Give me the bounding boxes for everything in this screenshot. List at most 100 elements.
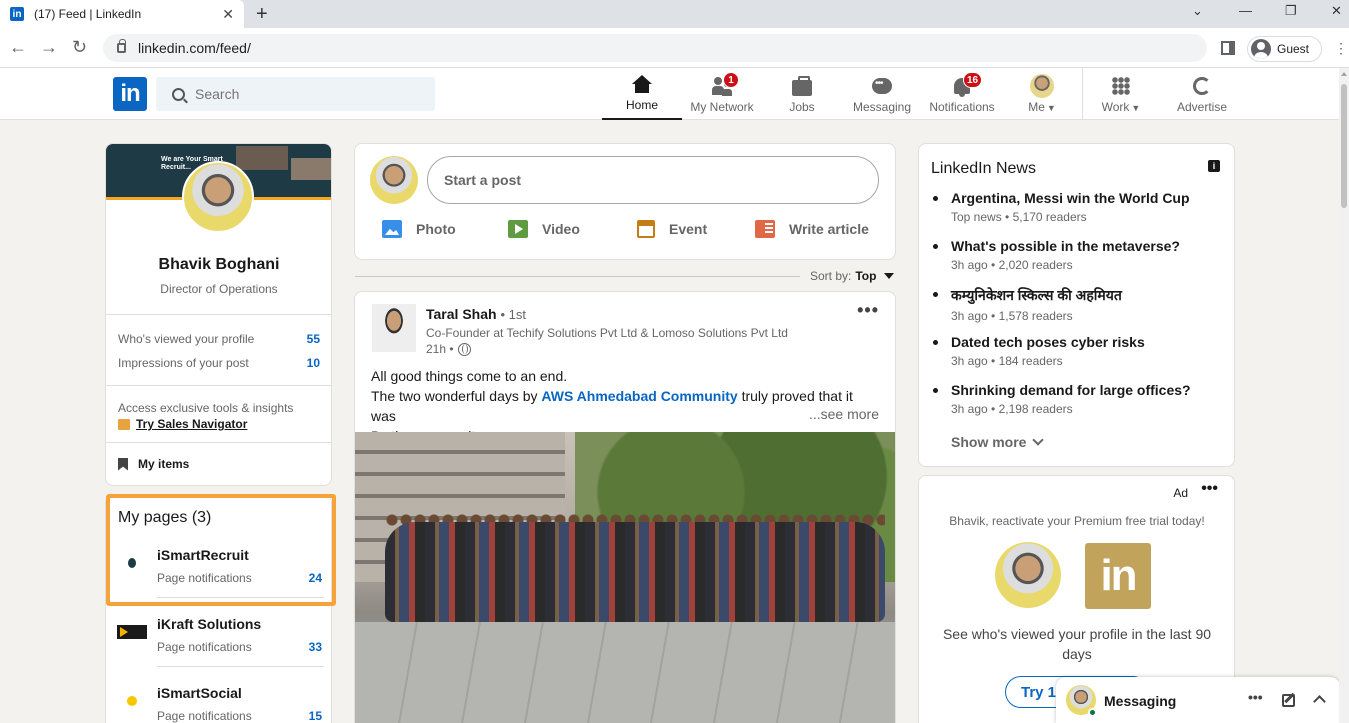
ismartrecruit-logo	[116, 553, 148, 573]
author-avatar[interactable]	[372, 304, 416, 352]
messaging-widget[interactable]: Messaging •••	[1056, 677, 1340, 723]
scroll-up-icon[interactable]	[1341, 72, 1347, 76]
news-headline: Shrinking demand for large offices?	[933, 382, 1223, 398]
divider	[157, 597, 324, 598]
profile-button[interactable]: Guest	[1247, 36, 1323, 62]
show-more-button[interactable]: Show more	[951, 434, 1045, 450]
news-item[interactable]: Argentina, Messi win the World Cup Top n…	[933, 190, 1223, 224]
nav-advertise[interactable]: Advertise	[1162, 68, 1242, 120]
nav-advertise-label: Advertise	[1176, 100, 1228, 114]
post-line: All good things come to an end.	[371, 368, 568, 384]
grid-icon	[1112, 77, 1130, 95]
start-post-button[interactable]: Start a post	[427, 156, 879, 204]
ad-avatar	[995, 542, 1061, 608]
nav-home[interactable]: Home	[602, 68, 682, 120]
profile-name[interactable]: Bhavik Boghani	[106, 256, 331, 274]
post-image[interactable]	[355, 432, 895, 723]
scroll-thumb[interactable]	[1341, 84, 1347, 208]
page-sub: Page notifications	[157, 709, 252, 723]
post-text-span: The two wonderful days by	[371, 388, 542, 404]
page-item-ismartrecruit[interactable]: iSmartRecruit Page notifications 24	[116, 547, 324, 601]
profile-label: Guest	[1277, 42, 1310, 56]
address-bar[interactable]: linkedin.com/feed/	[103, 34, 1207, 62]
news-item[interactable]: Dated tech poses cyber risks 3h ago • 18…	[933, 334, 1223, 368]
ad-tagline: Bhavik, reactivate your Premium free tri…	[949, 514, 1205, 528]
post-impressions-row[interactable]: Impressions of your post 10	[118, 356, 320, 370]
browser-toolbar: ← → ↻ linkedin.com/feed/ Guest ⋮	[0, 28, 1349, 68]
event-icon	[637, 220, 655, 238]
see-more-button[interactable]: ...see more	[804, 406, 879, 422]
feed-post: Taral Shah • 1st Co-Founder at Techify S…	[354, 291, 896, 723]
nav-my-network[interactable]: 1 My Network	[682, 68, 762, 120]
event-button[interactable]: Event	[637, 220, 707, 238]
search-box[interactable]	[156, 77, 435, 111]
browser-menu-icon[interactable]: ⋮	[1334, 40, 1348, 57]
video-icon	[508, 220, 528, 238]
news-item[interactable]: Shrinking demand for large offices? 3h a…	[933, 382, 1223, 416]
messaging-label: Messaging	[1104, 693, 1177, 709]
sort-divider	[355, 276, 800, 277]
reload-button[interactable]: ↻	[72, 37, 87, 58]
browser-tab[interactable]: in (17) Feed | LinkedIn ✕	[0, 0, 244, 28]
info-icon[interactable]: i	[1208, 160, 1220, 172]
notifications-badge: 16	[963, 72, 983, 88]
nav-work[interactable]: Work ▼	[1081, 68, 1161, 120]
nav-notifications[interactable]: 16 Notifications	[922, 68, 1002, 120]
nav-jobs[interactable]: Jobs	[762, 68, 842, 120]
network-badge: 1	[723, 72, 739, 88]
forward-button[interactable]: →	[40, 37, 58, 58]
tab-search-icon[interactable]: ⌄	[1192, 3, 1203, 19]
chevron-up-icon[interactable]	[1313, 695, 1326, 708]
page-name: iKraft Solutions	[157, 616, 262, 632]
my-items-link[interactable]: My items	[118, 457, 189, 471]
tab-title: (17) Feed | LinkedIn	[34, 7, 142, 21]
search-input[interactable]	[195, 86, 415, 102]
video-button[interactable]: Video	[508, 220, 580, 238]
photo-button[interactable]: Photo	[382, 220, 456, 238]
restore-button[interactable]: ❐	[1285, 3, 1297, 19]
news-headline: Dated tech poses cyber risks	[933, 334, 1223, 350]
post-composer: Start a post Photo Video Event Write art…	[354, 143, 896, 260]
linkedin-news-card: LinkedIn News i Argentina, Messi win the…	[918, 143, 1235, 467]
news-title: LinkedIn News	[931, 160, 1036, 177]
news-item[interactable]: What's possible in the metaverse? 3h ago…	[933, 238, 1223, 272]
sort-caret-icon	[884, 273, 895, 279]
new-tab-button[interactable]: +	[256, 3, 268, 26]
photo-icon	[382, 220, 402, 238]
guest-avatar-icon	[1251, 39, 1271, 59]
nav-me-label: Me	[1028, 100, 1045, 114]
profile-card: We are Your Smart Recruit... Bhavik Bogh…	[105, 143, 332, 486]
news-headline: कम्युनिकेशन स्किल्स की अहमियत	[933, 286, 1223, 305]
tab-close-icon[interactable]: ✕	[222, 6, 234, 23]
back-button[interactable]: ←	[9, 37, 27, 58]
online-status-icon	[1088, 708, 1097, 717]
page-sub: Page notifications	[157, 640, 252, 654]
sales-navigator-link[interactable]: Try Sales Navigator	[118, 417, 247, 431]
page-item-ismartsocial[interactable]: iSmartSocial Page notifications 15	[116, 685, 324, 723]
messaging-more-button[interactable]: •••	[1248, 689, 1263, 705]
ad-text: See who's viewed your profile in the las…	[942, 626, 1212, 662]
post-more-button[interactable]: •••	[857, 300, 879, 321]
news-item[interactable]: कम्युनिकेशन स्किल्स की अहमियत 3h ago • 1…	[933, 286, 1223, 323]
compose-icon[interactable]	[1282, 694, 1295, 707]
page-scrollbar[interactable]	[1339, 68, 1349, 723]
image-ground	[355, 622, 895, 723]
write-article-button[interactable]: Write article	[755, 220, 869, 238]
nav-messaging[interactable]: Messaging	[842, 68, 922, 120]
page-item-ikraft[interactable]: iKraft Solutions Page notifications 33	[116, 616, 324, 670]
author-name[interactable]: Taral Shah • 1st	[426, 306, 526, 322]
linkedin-logo[interactable]: in	[113, 77, 147, 111]
profile-avatar[interactable]	[182, 161, 254, 233]
close-window-button[interactable]: ✕	[1331, 3, 1342, 19]
aws-community-link[interactable]: AWS Ahmedabad Community	[541, 388, 737, 404]
promo-text: Access exclusive tools & insights	[118, 401, 294, 415]
nav-home-label: Home	[625, 98, 658, 112]
side-panel-icon[interactable]	[1221, 41, 1235, 55]
photo-label: Photo	[416, 221, 456, 237]
nav-me[interactable]: Me ▼	[1002, 68, 1082, 120]
minimize-button[interactable]: —	[1239, 3, 1252, 18]
ad-more-button[interactable]: •••	[1201, 480, 1218, 498]
sort-dropdown[interactable]: Sort by: Top	[810, 269, 895, 283]
profile-views-row[interactable]: Who's viewed your profile 55	[118, 332, 320, 346]
composer-avatar[interactable]	[370, 156, 418, 204]
